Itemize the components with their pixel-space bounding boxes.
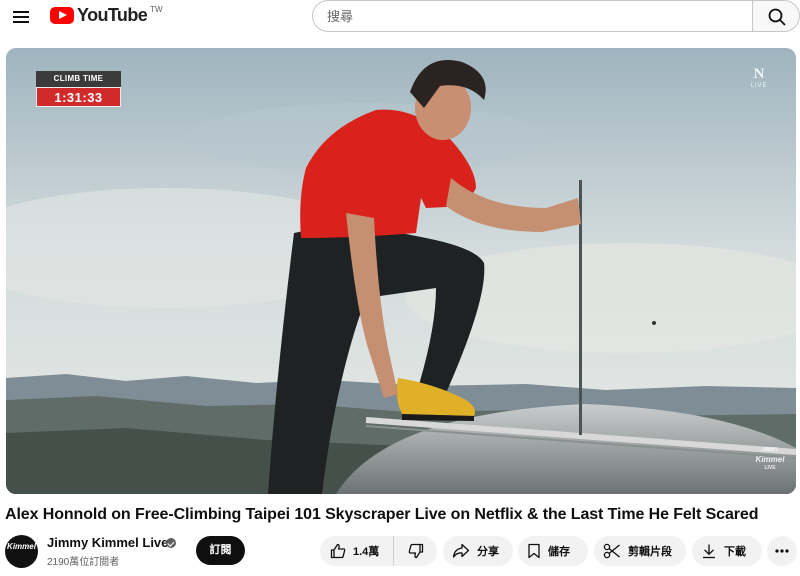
download-label: 下載 [724, 546, 746, 558]
climb-time-badge: CLIMB TIME 1:31:33 [36, 71, 121, 107]
watermark-bottom: LIVE [764, 465, 776, 471]
share-icon [452, 543, 470, 558]
search-bar [312, 0, 800, 33]
thumbs-down-icon [408, 543, 423, 559]
avatar-text: Kimmel [7, 542, 36, 551]
download-icon [703, 544, 715, 559]
download-button[interactable]: 下載 [692, 536, 762, 566]
watermark-main: Kimmel [755, 455, 785, 464]
share-label: 分享 [477, 546, 499, 558]
bookmark-icon [528, 543, 540, 559]
like-button[interactable]: 1.4萬 [320, 536, 394, 566]
netflix-live-label: LIVE [750, 83, 768, 89]
more-icon [775, 549, 789, 553]
youtube-logo-icon [50, 7, 74, 24]
dislike-button[interactable] [394, 536, 437, 566]
watermark-top: JIMMY [762, 447, 778, 453]
subscribe-button[interactable]: 訂閱 [196, 536, 245, 565]
youtube-logo[interactable]: YouTube TW [50, 5, 163, 27]
search-button[interactable] [752, 0, 800, 32]
channel-avatar[interactable]: Kimmel [5, 535, 38, 568]
more-button[interactable] [767, 536, 797, 566]
scissors-icon [603, 543, 620, 559]
like-dislike-group: 1.4萬 [320, 536, 437, 566]
save-button[interactable]: 儲存 [518, 536, 588, 566]
netflix-logo: N [753, 66, 765, 82]
thumbs-up-icon [330, 543, 346, 559]
channel-name[interactable]: Jimmy Kimmel Live [47, 535, 168, 550]
search-input[interactable] [312, 0, 752, 32]
menu-icon[interactable] [10, 6, 34, 28]
clip-button[interactable]: 剪輯片段 [594, 536, 686, 566]
share-button[interactable]: 分享 [443, 536, 513, 566]
like-count: 1.4萬 [353, 546, 380, 558]
clip-label: 剪輯片段 [628, 546, 672, 558]
logo-text: YouTube [77, 5, 148, 25]
climb-time-label: CLIMB TIME [36, 71, 121, 87]
region-code: TW [150, 5, 163, 14]
video-player[interactable]: CLIMB TIME 1:31:33 N LIVE JIMMY Kimmel L… [6, 48, 796, 494]
verified-icon [166, 538, 176, 548]
top-bar: YouTube TW [0, 0, 800, 34]
channel-watermark: JIMMY Kimmel LIVE [752, 446, 788, 473]
video-frame [6, 48, 796, 494]
netflix-live-logo: N LIVE [744, 66, 774, 89]
subscriber-count: 2190萬位訂閱者 [47, 557, 120, 568]
climb-time-value: 1:31:33 [36, 87, 121, 107]
video-title: Alex Honnold on Free-Climbing Taipei 101… [5, 506, 759, 523]
search-icon [768, 8, 786, 26]
save-label: 儲存 [548, 546, 570, 558]
